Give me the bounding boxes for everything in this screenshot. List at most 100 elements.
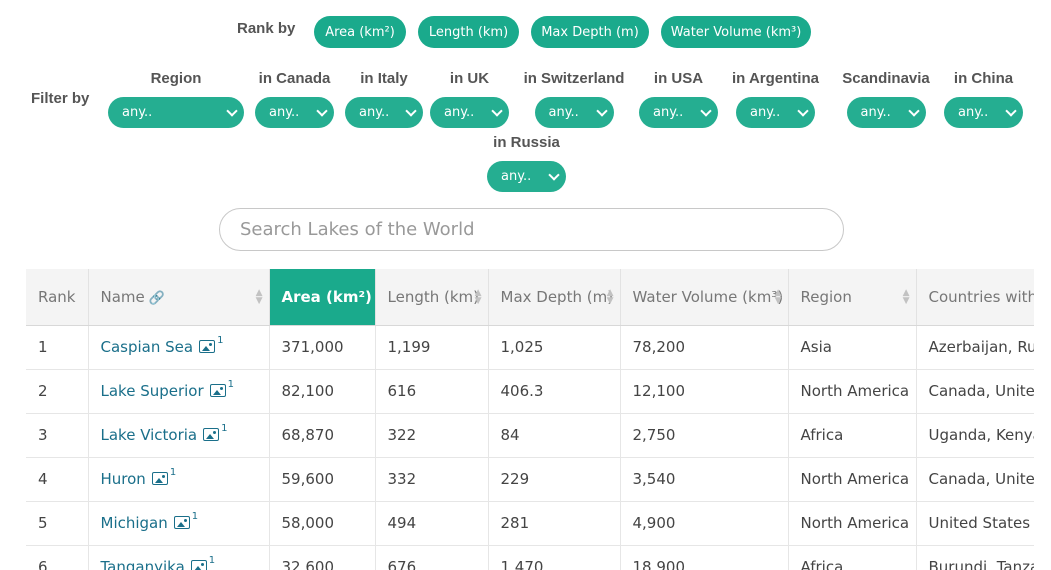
column-header-length[interactable]: Length (km) ▲ ▼ (375, 269, 489, 326)
filter-scandinavia: Scandinavia any.. (838, 69, 934, 128)
cell-rank: 1 (26, 325, 89, 370)
rank-by-depth-button[interactable]: Max Depth (m) (531, 16, 649, 48)
cell-length: 322 (375, 413, 489, 458)
cell-length: 676 (375, 545, 489, 570)
russia-select[interactable]: any.. (487, 161, 566, 192)
chevron-down-icon (907, 104, 920, 117)
image-count: 1 (169, 467, 177, 478)
uk-select[interactable]: any.. (430, 97, 509, 128)
table-row: 2 Lake Superior 1 82,100 616 406.3 12,100… (26, 369, 1034, 414)
column-header-name[interactable]: Name 🔗 ▲ ▼ (88, 269, 270, 326)
image-icon[interactable] (151, 472, 168, 485)
lake-link[interactable]: Caspian Sea (101, 338, 194, 356)
header-label: Area (km²) (281, 287, 372, 306)
column-header-volume[interactable]: Water Volume (km³) ▲ ▼ (620, 269, 789, 326)
select-value: any.. (269, 105, 300, 120)
sort-icon: ▲ ▼ (902, 287, 910, 306)
cell-rank: 4 (26, 457, 89, 502)
lakes-table: Rank Name 🔗 ▲ ▼ Area (km²) Length (km) ▲ ▼ Ma… (26, 269, 1034, 570)
header-label: Name (100, 287, 145, 306)
filter-label: in USA (653, 70, 704, 87)
table-header-row: Rank Name 🔗 ▲ ▼ Area (km²) Length (km) ▲ ▼ Ma… (26, 269, 1034, 326)
image-count: 1 (191, 511, 199, 522)
select-value: any.. (958, 105, 989, 120)
column-header-region[interactable]: Region ▲ ▼ (788, 269, 917, 326)
chevron-down-icon (226, 104, 238, 117)
header-label: Water Volume (km³) (632, 287, 784, 306)
cell-countries: Burundi, Tanza (916, 545, 1034, 570)
region-select[interactable]: any.. (108, 97, 244, 128)
column-header-area[interactable]: Area (km²) (269, 269, 376, 326)
image-count: 1 (217, 335, 224, 346)
chevron-down-icon (595, 104, 608, 117)
filter-label: in Argentina (732, 70, 819, 87)
rank-by-label: Rank by (237, 20, 296, 37)
image-count: 1 (227, 379, 235, 390)
canada-select[interactable]: any.. (255, 97, 334, 128)
filter-usa: in USA any.. (639, 69, 718, 128)
column-header-depth[interactable]: Max Depth (m) ▲ ▼ (488, 269, 621, 326)
table-row: 6 Tanganyika 1 32,600 676 1,470 18,900 Af… (26, 545, 1034, 570)
image-icon[interactable] (203, 428, 220, 441)
cell-depth: 1,470 (488, 545, 621, 570)
rank-by-volume-button[interactable]: Water Volume (km³) (661, 16, 811, 48)
image-icon[interactable] (190, 560, 207, 570)
link-icon: 🔗 (148, 290, 165, 306)
search-input[interactable] (219, 208, 844, 251)
italy-select[interactable]: any.. (345, 97, 423, 128)
cell-region: Africa (788, 545, 917, 570)
cell-rank: 5 (26, 501, 89, 546)
image-icon[interactable] (173, 516, 190, 529)
cell-depth: 1,025 (488, 325, 621, 370)
filter-argentina: in Argentina any.. (728, 69, 823, 128)
scandinavia-select[interactable]: any.. (846, 97, 926, 128)
lakes-table-container[interactable]: Rank Name 🔗 ▲ ▼ Area (km²) Length (km) ▲ ▼ Ma… (26, 269, 1034, 570)
cell-depth: 406.3 (488, 369, 621, 414)
column-header-countries[interactable]: Countries with (916, 269, 1034, 326)
sort-icon: ▲ ▼ (774, 287, 782, 306)
header-label: Length (km) (387, 287, 480, 306)
rank-by-area-button[interactable]: Area (km²) (314, 16, 406, 48)
lake-link[interactable]: Huron (101, 470, 146, 488)
table-row: 4 Huron 1 59,600 332 229 3,540 North Amer… (26, 457, 1034, 502)
image-count: 1 (221, 423, 228, 434)
sort-icon: ▲ ▼ (474, 287, 482, 306)
cell-region: North America (788, 457, 917, 502)
filter-label: in Russia (493, 134, 560, 151)
image-count: 1 (208, 555, 216, 566)
usa-select[interactable]: any.. (639, 97, 718, 128)
sort-icon: ▲ ▼ (606, 287, 614, 306)
cell-area: 68,870 (269, 413, 376, 458)
filter-switzerland: in Switzerland any.. (520, 69, 628, 128)
cell-region: Asia (788, 325, 917, 370)
argentina-select[interactable]: any.. (736, 97, 815, 128)
cell-volume: 18,900 (620, 545, 789, 570)
lake-link[interactable]: Lake Victoria (101, 426, 198, 444)
select-value: any.. (860, 105, 891, 120)
column-header-rank[interactable]: Rank (26, 269, 89, 326)
chevron-down-icon (1005, 104, 1017, 117)
header-label: Max Depth (m) (500, 287, 614, 306)
filter-label: Scandinavia (842, 70, 930, 87)
lake-link[interactable]: Tanganyika (101, 558, 185, 570)
image-icon[interactable] (199, 340, 216, 353)
cell-volume: 12,100 (620, 369, 789, 414)
cell-name: Huron 1 (88, 457, 270, 502)
select-value: any.. (501, 169, 532, 184)
chevron-down-icon (491, 104, 503, 117)
cell-length: 494 (375, 501, 489, 546)
switzerland-select[interactable]: any.. (534, 97, 614, 128)
china-select[interactable]: any.. (944, 97, 1023, 128)
lake-link[interactable]: Michigan (101, 514, 168, 532)
lake-link[interactable]: Lake Superior (101, 382, 204, 400)
header-label: Region (800, 287, 852, 306)
cell-countries: Canada, United (916, 369, 1034, 414)
cell-volume: 2,750 (620, 413, 789, 458)
filter-russia: in Russia any.. (487, 133, 566, 192)
image-icon[interactable] (209, 384, 226, 397)
filter-china: in China any.. (944, 69, 1023, 128)
rank-by-length-button[interactable]: Length (km) (418, 16, 519, 48)
cell-depth: 229 (488, 457, 621, 502)
cell-length: 332 (375, 457, 489, 502)
cell-countries: Uganda, Kenya (916, 413, 1034, 458)
